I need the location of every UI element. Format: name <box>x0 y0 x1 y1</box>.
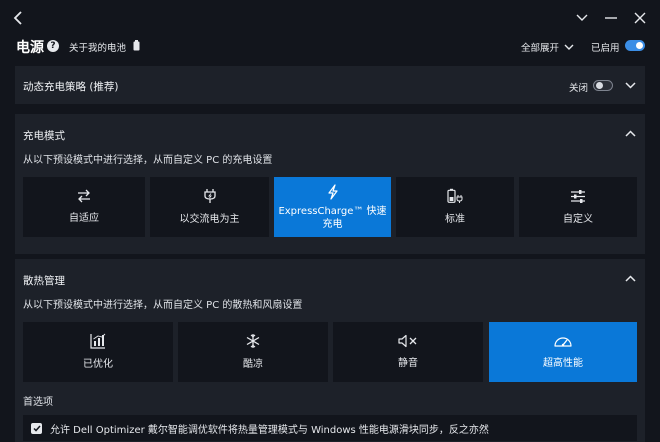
charge-mode-adaptive[interactable]: 自适应 <box>23 177 145 237</box>
tile-label: 标准 <box>445 214 465 225</box>
lightning-icon <box>327 183 338 200</box>
close-icon <box>634 12 646 24</box>
tile-label: ExpressCharge™ 快速 充电 <box>278 205 386 231</box>
tile-label: 酷凉 <box>243 359 263 370</box>
mute-speaker-icon <box>398 334 417 348</box>
charge-mode-expresscharge[interactable]: ExpressCharge™ 快速 充电 <box>274 177 391 237</box>
charge-mode-custom[interactable]: 自定义 <box>519 177 637 237</box>
dynamic-charging-toggle[interactable] <box>593 80 613 91</box>
tile-label-line-2: 充电 <box>322 218 343 230</box>
speedometer-icon <box>554 337 572 347</box>
expand-all-label: 全部展开 <box>521 43 560 54</box>
tile-label: 已优化 <box>83 359 113 370</box>
battery-plug-icon <box>447 188 463 203</box>
help-icon[interactable]: ? <box>47 40 59 52</box>
collapse-window-button[interactable] <box>572 8 592 28</box>
charge-mode-subtitle: 从以下预设模式中进行选择，从而自定义 PC 的充电设置 <box>23 155 273 166</box>
enabled-label: 已启用 <box>591 43 620 54</box>
chevron-down-icon <box>624 81 636 89</box>
snowflake-icon <box>246 334 260 348</box>
tile-label: 自定义 <box>563 213 593 225</box>
toggle-knob <box>636 42 643 49</box>
tile-label: 以交流电为主 <box>179 214 240 225</box>
thermal-mode-optimized[interactable]: 已优化 <box>23 322 173 382</box>
sync-option-row[interactable]: 允许 Dell Optimizer 戴尔智能调优软件将热量管理模式与 Windo… <box>23 415 637 441</box>
battery-icon <box>133 40 140 51</box>
charge-mode-title: 充电模式 <box>23 130 65 142</box>
sliders-icon <box>571 189 585 203</box>
thermal-title: 散热管理 <box>23 275 65 287</box>
thermal-mode-quiet[interactable]: 静音 <box>333 322 483 382</box>
minimize-icon <box>605 17 617 19</box>
preferences-label: 首选项 <box>23 397 53 408</box>
page-title: 电源 <box>16 40 44 56</box>
tile-label: 自适应 <box>69 213 99 224</box>
power-enabled-toggle[interactable] <box>625 40 645 51</box>
about-battery-link[interactable]: 关于我的电池 <box>69 40 126 54</box>
charge-mode-collapse-button[interactable] <box>623 126 637 140</box>
thermal-collapse-button[interactable] <box>623 271 637 285</box>
tile-label: 静音 <box>398 358 418 369</box>
thermal-mode-cool[interactable]: 酷凉 <box>178 322 328 382</box>
dynamic-charging-title: 动态充电策略 (推荐) <box>23 81 119 93</box>
thermal-mode-ultra-performance[interactable]: 超高性能 <box>489 322 637 382</box>
close-button[interactable] <box>630 8 650 28</box>
thermal-subtitle: 从以下预设模式中进行选择，从而自定义 PC 的散热和风扇设置 <box>23 300 303 311</box>
chevron-up-icon <box>624 129 636 137</box>
charge-mode-panel: 充电模式 从以下预设模式中进行选择，从而自定义 PC 的充电设置 自适应 以交流… <box>15 114 645 254</box>
check-icon <box>32 425 41 432</box>
back-arrow-icon <box>13 11 22 25</box>
charge-mode-standard[interactable]: 标准 <box>396 177 514 237</box>
toggle-knob <box>596 82 603 89</box>
tile-label: 超高性能 <box>543 358 583 369</box>
minimize-button[interactable] <box>601 8 621 28</box>
sync-option-label: 允许 Dell Optimizer 戴尔智能调优软件将热量管理模式与 Windo… <box>50 424 489 436</box>
dynamic-charging-panel: 动态充电策略 (推荐) 关闭 <box>15 66 645 104</box>
sync-checkbox[interactable] <box>31 422 42 434</box>
chevron-down-icon <box>564 44 574 50</box>
ac-plug-icon <box>203 189 216 203</box>
charge-mode-primarily-ac[interactable]: 以交流电为主 <box>150 177 269 237</box>
thermal-management-panel: 散热管理 从以下预设模式中进行选择，从而自定义 PC 的散热和风扇设置 已优化 … <box>15 259 645 442</box>
back-button[interactable] <box>8 8 28 28</box>
chevron-up-icon <box>624 274 636 282</box>
dynamic-charging-toggle-label: 关闭 <box>569 83 589 94</box>
swap-arrows-icon <box>78 189 90 203</box>
tile-label-line-1: ExpressCharge™ 快速 <box>278 205 387 217</box>
chart-icon <box>90 333 106 349</box>
dynamic-charging-expand-button[interactable] <box>623 78 637 92</box>
expand-all-button[interactable]: 全部展开 <box>521 40 574 54</box>
chevron-down-icon <box>576 14 588 21</box>
